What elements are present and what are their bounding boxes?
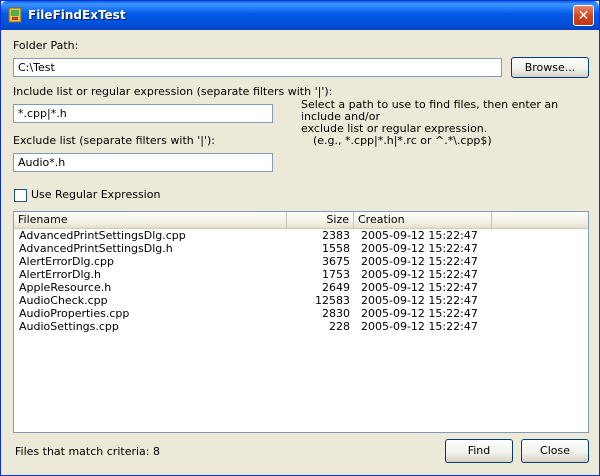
creation-cell: 2005-09-12 15:22:47 bbox=[361, 229, 478, 242]
table-row[interactable]: AdvancedPrintSettingsDlg.cpp 2383 2005-0… bbox=[14, 229, 588, 242]
list-header: Filename Size Creation bbox=[14, 212, 588, 229]
filename-cell: AudioCheck.cpp bbox=[19, 294, 108, 307]
column-header-creation[interactable]: Creation bbox=[354, 212, 492, 228]
creation-cell: 2005-09-12 15:22:47 bbox=[361, 242, 478, 255]
creation-cell: 2005-09-12 15:22:47 bbox=[361, 268, 478, 281]
size-cell: 3675 bbox=[322, 255, 350, 268]
size-cell: 2383 bbox=[322, 229, 350, 242]
creation-cell: 2005-09-12 15:22:47 bbox=[361, 320, 478, 333]
filefind-dialog: FileFindExTest ✕ Folder Path: C:\Test Br… bbox=[0, 0, 600, 476]
table-row[interactable]: AppleResource.h 2649 2005-09-12 15:22:47 bbox=[14, 281, 588, 294]
hint-text: Select a path to use to find files, then… bbox=[301, 99, 586, 147]
size-cell: 2649 bbox=[322, 281, 350, 294]
size-cell: 1558 bbox=[322, 242, 350, 255]
folder-path-input[interactable]: C:\Test bbox=[13, 58, 502, 77]
filename-cell: AdvancedPrintSettingsDlg.h bbox=[19, 242, 173, 255]
table-row[interactable]: AudioProperties.cpp 2830 2005-09-12 15:2… bbox=[14, 307, 588, 320]
filename-cell: AppleResource.h bbox=[19, 281, 112, 294]
include-label: Include list or regular expression (sepa… bbox=[13, 85, 333, 98]
filename-cell: AlertErrorDlg.cpp bbox=[19, 255, 115, 268]
size-cell: 228 bbox=[329, 320, 350, 333]
size-cell: 12583 bbox=[315, 294, 350, 307]
regex-checkbox-label[interactable]: Use Regular Expression bbox=[31, 188, 160, 201]
creation-cell: 2005-09-12 15:22:47 bbox=[361, 281, 478, 294]
creation-cell: 2005-09-12 15:22:47 bbox=[361, 294, 478, 307]
window-close-button[interactable]: ✕ bbox=[573, 5, 594, 26]
size-cell: 1753 bbox=[322, 268, 350, 281]
size-cell: 2830 bbox=[322, 307, 350, 320]
include-input[interactable]: *.cpp|*.h bbox=[13, 104, 273, 123]
exclude-label: Exclude list (separate filters with '|')… bbox=[13, 134, 215, 147]
match-count-label: Files that match criteria: 8 bbox=[15, 445, 160, 458]
title-bar[interactable]: FileFindExTest ✕ bbox=[1, 1, 599, 30]
creation-cell: 2005-09-12 15:22:47 bbox=[361, 255, 478, 268]
column-header-filename[interactable]: Filename bbox=[14, 212, 287, 228]
browse-button[interactable]: Browse... bbox=[511, 57, 589, 78]
table-row[interactable]: AudioSettings.cpp 228 2005-09-12 15:22:4… bbox=[14, 320, 588, 333]
regex-checkbox[interactable] bbox=[14, 189, 27, 202]
filename-cell: AlertErrorDlg.h bbox=[19, 268, 101, 281]
table-row[interactable]: AlertErrorDlg.cpp 3675 2005-09-12 15:22:… bbox=[14, 255, 588, 268]
hint-line-1: Select a path to use to find files, then… bbox=[301, 98, 559, 123]
results-list[interactable]: Filename Size Creation AdvancedPrintSett… bbox=[13, 211, 589, 433]
table-row[interactable]: AlertErrorDlg.h 1753 2005-09-12 15:22:47 bbox=[14, 268, 588, 281]
app-icon bbox=[8, 7, 22, 23]
filename-cell: AudioProperties.cpp bbox=[19, 307, 130, 320]
table-row[interactable]: AudioCheck.cpp 12583 2005-09-12 15:22:47 bbox=[14, 294, 588, 307]
table-row[interactable]: AdvancedPrintSettingsDlg.h 1558 2005-09-… bbox=[14, 242, 588, 255]
hint-example: (e.g., *.cpp|*.h|*.rc or ^.*\.cpp$) bbox=[313, 134, 492, 147]
filename-cell: AdvancedPrintSettingsDlg.cpp bbox=[19, 229, 186, 242]
filename-cell: AudioSettings.cpp bbox=[19, 320, 119, 333]
exclude-input[interactable]: Audio*.h bbox=[13, 153, 273, 172]
find-button[interactable]: Find bbox=[445, 439, 513, 463]
window-title: FileFindExTest bbox=[28, 8, 126, 22]
creation-cell: 2005-09-12 15:22:47 bbox=[361, 307, 478, 320]
folder-path-label: Folder Path: bbox=[13, 39, 79, 52]
column-header-empty bbox=[492, 212, 588, 228]
close-button[interactable]: Close bbox=[521, 439, 589, 463]
column-header-size[interactable]: Size bbox=[287, 212, 354, 228]
